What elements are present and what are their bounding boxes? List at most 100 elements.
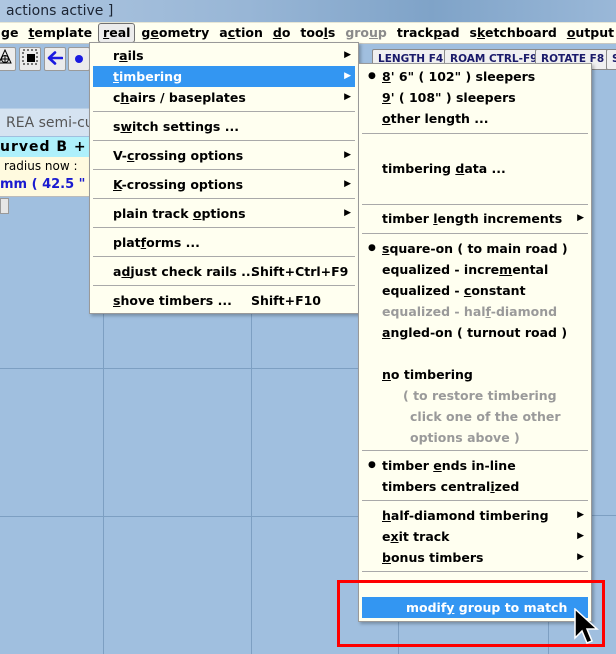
menu-output[interactable]: output <box>562 23 616 43</box>
menu-item-shove-timbers[interactable]: shove timbers ... Shift+F10 <box>93 290 355 311</box>
menu-action[interactable]: action <box>214 23 268 43</box>
menu-item-label-part: ils <box>127 48 144 63</box>
menu-item-rails[interactable]: rails ▶ <box>93 45 355 66</box>
menu-item-label-part: ther length ... <box>390 111 489 126</box>
menu-item-label: 8' 6" ( 102" ) sleepers <box>382 66 535 87</box>
menu-item-label-part: onstant <box>471 283 526 298</box>
menu-item-no-timbering[interactable]: no timbering <box>362 364 588 385</box>
menu-separator <box>93 111 355 112</box>
menu-separator <box>93 169 355 170</box>
menu-item-label-part: ength increments <box>437 211 563 226</box>
menu-item-label-part: d <box>455 161 465 176</box>
menu-item-label-part: e <box>433 458 442 473</box>
radius-value: mm ( 42.5 " ) <box>0 177 92 192</box>
menu-item-plain-track-options[interactable]: plain track options ▶ <box>93 203 355 224</box>
menu-item-8-6-102-sleepers[interactable]: 8' 6" ( 102" ) sleepers ● <box>362 66 588 87</box>
back-button[interactable] <box>44 47 66 71</box>
menu-item-chairs-baseplates[interactable]: chairs / baseplates ▶ <box>93 87 355 108</box>
menu-item-label-part: plat <box>113 235 141 250</box>
grid-line <box>590 515 616 516</box>
template-window-title-text: REA semi-cu <box>6 115 92 131</box>
menu-label-part: c <box>227 25 236 40</box>
menu-group[interactable]: group <box>340 23 392 43</box>
menu-item-v-crossing-options[interactable]: V-crossing options ▶ <box>93 145 355 166</box>
menu-item-equalized-constant[interactable]: equalized - constant <box>362 280 588 301</box>
grid-line <box>0 368 360 369</box>
menu-item-label-part: ental <box>512 262 549 277</box>
submenu-arrow-icon: ▶ <box>344 92 351 102</box>
template-name-bar: urved B + V <box>0 137 92 157</box>
menu-item-label: K-crossing options <box>113 174 243 195</box>
menu-item-bonus-timbers[interactable]: bonus timbers ▶ <box>362 547 588 568</box>
menu-item-timbering[interactable]: timbering ▶ <box>93 66 355 87</box>
panel-button[interactable] <box>0 198 9 214</box>
menu-item-label-part: timbering <box>382 161 456 176</box>
menu-label-part: utput <box>575 25 615 40</box>
submenu-arrow-icon: ▶ <box>344 50 351 60</box>
menu-item-equalized-incremental[interactable]: equalized - incremental <box>362 259 588 280</box>
menu-item-switch-settings[interactable]: switch settings ... <box>93 116 355 137</box>
menu-item-label-part: o <box>382 111 391 126</box>
menu-geometry[interactable]: geometry <box>136 23 214 43</box>
menu-item-k-crossing-options[interactable]: K-crossing options ▶ <box>93 174 355 195</box>
menu-item-label-part: x <box>390 529 399 544</box>
menu-item-platforms[interactable]: platforms ... <box>93 232 355 253</box>
menu-real[interactable]: real <box>98 23 136 43</box>
menu-item-label: platforms ... <box>113 232 200 253</box>
submenu-arrow-icon: ▶ <box>577 531 584 541</box>
menu-item-label-part: rossing options <box>134 148 244 163</box>
dot-button[interactable] <box>68 47 90 71</box>
menu-tools[interactable]: tools <box>295 23 340 43</box>
menu-item-half-diamond-timbering[interactable]: half-diamond timbering ▶ <box>362 505 588 526</box>
submenu-arrow-icon: ▶ <box>344 208 351 218</box>
menu-item-label-part: itch settings ... <box>132 119 239 134</box>
menu-item-label: timber length increments <box>382 208 562 229</box>
menu-item-timbers-centralized[interactable]: timbers centralized <box>362 476 588 497</box>
menu-item-angled-on-turnout-road[interactable]: angled-on ( turnout road ) <box>362 322 588 343</box>
more-mode-button[interactable]: S <box>606 49 616 70</box>
menu-trackpad[interactable]: trackpad <box>392 23 465 43</box>
radius-label: radius now : <box>4 159 78 173</box>
menu-item-adjust-check-rails[interactable]: adjust check rails ... Shift+Ctrl+F9 <box>93 261 355 282</box>
circle-cross-button[interactable] <box>0 47 16 71</box>
template-window-title: REA semi-cu <box>0 108 92 136</box>
menu-item-label-part: ptions <box>201 206 246 221</box>
arrow-left-icon <box>47 50 64 69</box>
menu-item-timber-ends-in-line[interactable]: timber ends in-line ● <box>362 455 588 476</box>
grid-line <box>103 312 104 654</box>
menu-separator <box>362 500 588 501</box>
menu-item-label-part: h <box>382 508 391 523</box>
menu-label-part: e <box>150 25 159 40</box>
menu-item-label-part: b <box>382 550 391 565</box>
menu-item-label-part: -crossing options <box>121 177 244 192</box>
menu-item-square-on-to-main-road[interactable]: square-on ( to main road ) ● <box>362 238 588 259</box>
menu-item-label-part: it track <box>398 529 450 544</box>
menu-separator <box>362 204 588 205</box>
menu-item-timbering-data[interactable]: timbering data ... <box>362 158 588 179</box>
menu-item-label-part: m <box>499 262 513 277</box>
menu-item-label-part: K <box>113 177 122 192</box>
menu-note-text: click one of the other <box>362 406 588 427</box>
annotation-highlight-box <box>337 580 605 647</box>
menu-separator <box>362 233 588 234</box>
menu-separator <box>93 285 355 286</box>
menu-item-label-part: quare-on ( to main road ) <box>389 241 568 256</box>
menu-item-label-part: V- <box>113 148 127 163</box>
menu-item-label-part: h <box>120 90 130 105</box>
menu-item-9-108-sleepers[interactable]: 9' ( 108" ) sleepers <box>362 87 588 108</box>
menu-item-other-length[interactable]: other length ... <box>362 108 588 129</box>
menu-item-timber-length-increments[interactable]: timber length increments ▶ <box>362 208 588 229</box>
menu-item-label: angled-on ( turnout road ) <box>382 322 567 343</box>
menu-item-exit-track[interactable]: exit track ▶ <box>362 526 588 547</box>
menu-sketchboard[interactable]: sketchboard <box>465 23 562 43</box>
menu-item-label: no timbering <box>382 364 473 385</box>
radius-info-box: radius now : mm ( 42.5 " ) <box>0 157 92 197</box>
select-box-button[interactable] <box>19 47 41 71</box>
menu-separator <box>362 133 588 134</box>
menu-do[interactable]: do <box>268 23 296 43</box>
menu-item-label-part: plain track <box>113 206 193 221</box>
menu-template[interactable]: template <box>23 23 97 43</box>
menu-item-label: V-crossing options <box>113 145 243 166</box>
submenu-arrow-icon: ▶ <box>577 552 584 562</box>
menu-ge[interactable]: ge <box>0 23 23 43</box>
